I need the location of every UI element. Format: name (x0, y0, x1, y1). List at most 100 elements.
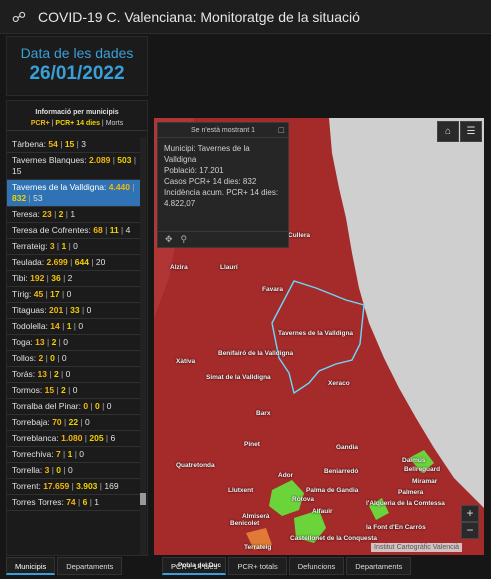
municipality-name: Tibi: (12, 273, 28, 283)
map-town-label: Alzira (170, 264, 188, 271)
zoom-out-button[interactable]: − (461, 522, 479, 539)
list-item[interactable]: Titaguas: 201 | 33 | 0 (7, 303, 141, 319)
pcr-14-days: 36 (51, 273, 61, 283)
list-item[interactable]: Teulada: 2.699 | 644 | 20 (7, 255, 141, 271)
deaths: 0 (65, 369, 71, 379)
list-item[interactable]: Teresa de Cofrentes: 68 | 11 | 4 (7, 223, 141, 239)
list-item[interactable]: Torralba del Pinar: 0 | 0 | 0 (7, 399, 141, 415)
pcr-14-days: 22 (68, 417, 79, 427)
map-town-label: Castellonet de la Conquesta (290, 535, 378, 542)
deaths: 3 (81, 139, 86, 149)
pcr-total: 45 (33, 289, 44, 299)
tab-departaments[interactable]: Departaments (346, 557, 412, 575)
map-town-label: Terrateig (244, 544, 272, 551)
list-item[interactable]: Torreblanca: 1.080 | 205 | 6 (7, 431, 141, 447)
map-town-label: Favara (262, 286, 283, 293)
list-item[interactable]: Torres Torres: 74 | 6 | 1 (7, 495, 141, 511)
deaths: 0 (61, 353, 67, 363)
pcr-total: 17.659 (43, 481, 70, 491)
tab-departaments[interactable]: Departaments (57, 557, 123, 575)
list-item[interactable]: Todolella: 14 | 1 | 0 (7, 319, 141, 335)
deaths: 0 (79, 449, 85, 459)
pcr-14-days: 644 (74, 257, 89, 267)
date-panel-value: 26/01/2022 (29, 63, 125, 84)
zoom-in-button[interactable]: + (461, 505, 479, 522)
value-separator: | (57, 139, 65, 149)
pcr-14-days: 503 (117, 155, 132, 165)
pcr-total: 4.440 (108, 182, 131, 192)
value-separator: | (75, 497, 83, 507)
value-separator: | (102, 225, 110, 235)
map-toolbar: ⌂ ☰ (437, 121, 482, 142)
list-scrollbar-thumb[interactable] (140, 493, 146, 505)
pcr-total: 192 (30, 273, 45, 283)
map-town-label: Gandia (336, 444, 359, 451)
value-separator: | (51, 209, 59, 219)
list-item[interactable]: Toga: 13 | 2 | 0 (7, 335, 141, 351)
popup-maximize-icon[interactable]: □ (279, 123, 284, 138)
list-item[interactable]: Terrateig: 3 | 1 | 0 (7, 239, 141, 255)
map-town-label: Almiserà (242, 513, 270, 520)
deaths: 0 (78, 321, 84, 331)
pcr-total: 68 (93, 225, 103, 235)
tab-municipis[interactable]: Municipis (6, 557, 56, 575)
map-town-label: Bellreguard (404, 466, 441, 473)
list-item[interactable]: Torrella: 3 | 0 | 0 (7, 463, 141, 479)
pcr-14-days: 205 (89, 433, 104, 443)
deaths: 0 (67, 465, 73, 475)
pcr-total: 14 (50, 321, 60, 331)
pan-icon[interactable]: ✥ (165, 234, 173, 245)
map-town-label: Benicolet (230, 520, 260, 527)
list-item[interactable]: Tormos: 15 | 2 | 0 (7, 383, 141, 399)
list-item[interactable]: Tollos: 2 | 0 | 0 (7, 351, 141, 367)
municipality-list-panel: Informació per municipis PCR+ | PCR+ 14 … (6, 100, 148, 556)
map-town-label: Xàtiva (176, 358, 196, 365)
map-attribution: Institut Cartogràfic Valencià (371, 543, 463, 552)
pcr-14-days: 3.903 (76, 481, 98, 491)
map-town-label: Palmera (398, 489, 424, 496)
layer-list-icon[interactable]: ☰ (460, 121, 482, 142)
app-title: COVID-19 C. Valenciana: Monitoratge de l… (38, 8, 360, 25)
popup-line: Població: 17.201 (164, 166, 224, 175)
pcr-14-days: 832 (12, 193, 27, 203)
pcr-14-days: 33 (70, 305, 80, 315)
popup-line: Municipi: Tavernes de la Valldigna (164, 144, 250, 164)
municipality-name: Tollos: (12, 353, 37, 363)
map-town-label: Benifairó de la Valldigna (218, 350, 294, 357)
municipality-name: Teulada: (12, 257, 45, 267)
list-item[interactable]: Tírig: 45 | 17 | 0 (7, 287, 141, 303)
list-item[interactable]: Torás: 13 | 2 | 0 (7, 367, 141, 383)
municipality-name: Torrechiva: (12, 449, 54, 459)
map-town-label: Miramar (412, 478, 438, 485)
pcr-total: 54 (48, 139, 58, 149)
value-separator: | (67, 257, 75, 267)
list-item[interactable]: Torrebaja: 70 | 22 | 0 (7, 415, 141, 431)
zoom-to-icon[interactable]: ⚲ (181, 234, 188, 245)
app-header: ☍ COVID-19 C. Valenciana: Monitoratge de… (0, 0, 491, 34)
list-item[interactable]: Tavernes Blanques: 2.089 | 503 | 15 (7, 153, 141, 180)
value-separator: | (79, 305, 87, 315)
list-item[interactable]: Tavernes de la Valldigna: 4.440 | 832 | … (7, 180, 141, 207)
tab-defuncions[interactable]: Defuncions (288, 557, 345, 575)
value-separator: | (61, 417, 69, 427)
municipality-name: Teresa: (12, 209, 40, 219)
legend-pcr14: PCR+ 14 dies (55, 120, 100, 127)
map-town-label: Simat de la Valldigna (206, 374, 271, 381)
legend-morts: Morts (105, 120, 124, 127)
deaths: 0 (66, 289, 72, 299)
list-item[interactable]: Torrechiva: 7 | 1 | 0 (7, 447, 141, 463)
list-item[interactable]: Tàrbena: 54 | 15 | 3 (7, 137, 141, 153)
list-scrollbar[interactable] (140, 137, 146, 555)
pcr-total: 74 (66, 497, 76, 507)
list-item[interactable]: Teresa: 23 | 2 | 1 (7, 207, 141, 223)
value-separator: | (65, 385, 73, 395)
value-separator: | (88, 257, 96, 267)
left-tabs: Municipis Departaments (6, 557, 123, 575)
municipality-name: Torrella: (12, 465, 43, 475)
list-item[interactable]: Tibi: 192 | 36 | 2 (7, 271, 141, 287)
popup-line: Casos PCR+ 14 dies: 832 (164, 177, 257, 186)
home-icon[interactable]: ⌂ (437, 121, 459, 142)
tab-pcr-totals[interactable]: PCR+ totals (228, 557, 287, 575)
municipality-name: Titaguas: (12, 305, 47, 315)
list-item[interactable]: Torrent: 17.659 | 3.903 | 169 (7, 479, 141, 495)
